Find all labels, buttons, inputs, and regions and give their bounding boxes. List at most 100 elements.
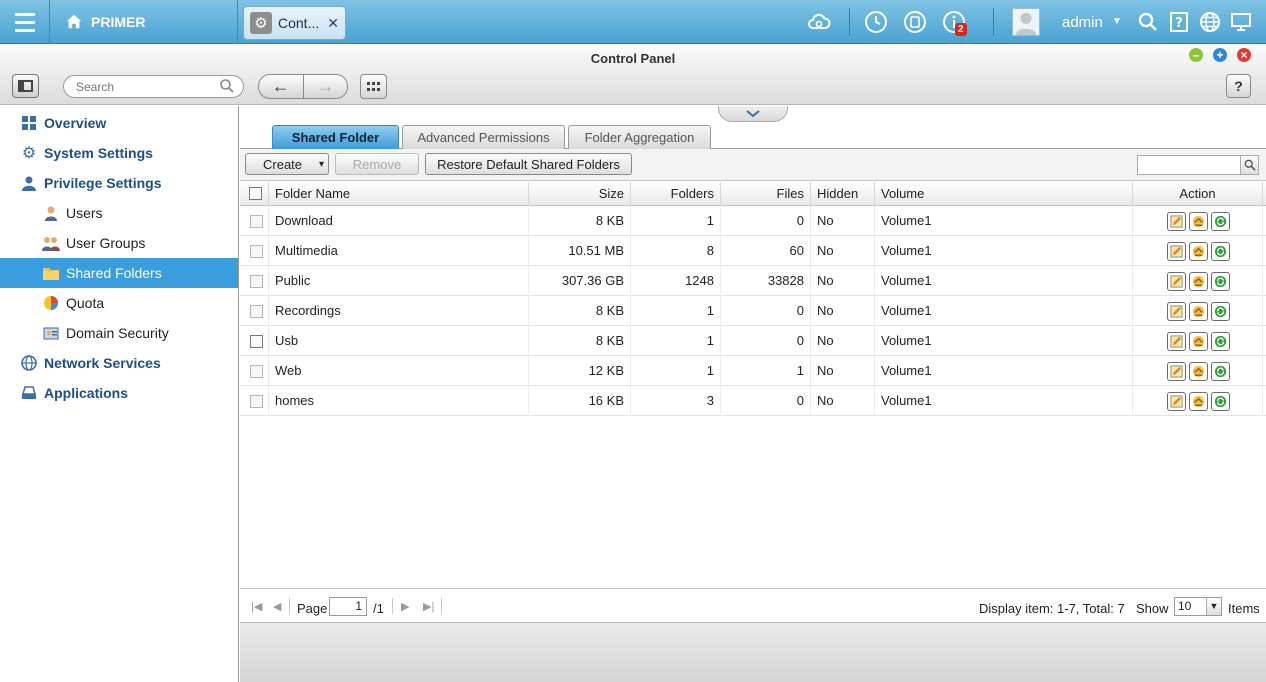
refresh-icon[interactable] — [1211, 332, 1230, 351]
next-page-icon[interactable]: ▶ — [401, 600, 409, 613]
back-button[interactable]: ← — [259, 75, 304, 98]
row-checkbox[interactable] — [250, 275, 263, 288]
main-menu-button[interactable] — [0, 0, 50, 44]
column-header-folders[interactable]: Folders — [631, 182, 721, 206]
close-window-button[interactable]: × — [1237, 48, 1251, 62]
table-row[interactable]: Recordings 8 KB 1 0 No Volume1 — [240, 296, 1266, 326]
select-all-checkbox[interactable] — [249, 187, 262, 200]
previous-page-icon[interactable]: ◀ — [273, 600, 281, 613]
language-globe-icon[interactable] — [1197, 9, 1223, 35]
row-checkbox[interactable] — [250, 395, 263, 408]
column-header-folder-name[interactable]: Folder Name — [269, 182, 529, 206]
clock-icon[interactable] — [863, 9, 889, 35]
app-grid-button[interactable] — [360, 74, 387, 99]
column-header-hidden[interactable]: Hidden — [811, 182, 875, 206]
maximize-window-button[interactable]: + — [1213, 48, 1227, 62]
filter-search-button[interactable] — [1241, 155, 1259, 175]
refresh-icon[interactable] — [1211, 272, 1230, 291]
control-panel-gear-icon: ⚙ — [250, 12, 272, 34]
file-count: 60 — [721, 236, 811, 266]
sidebar-item-user-groups[interactable]: User Groups — [0, 228, 238, 258]
row-checkbox[interactable] — [250, 365, 263, 378]
info-icon[interactable]: 2 — [941, 9, 967, 36]
refresh-icon[interactable] — [1211, 242, 1230, 261]
close-tab-icon[interactable]: ✕ — [327, 15, 339, 32]
username[interactable]: admin — [1062, 14, 1103, 31]
edit-permissions-icon[interactable] — [1189, 362, 1208, 381]
tab-advanced-permissions[interactable]: Advanced Permissions — [402, 125, 565, 149]
control-panel-app-tab[interactable]: ⚙ Cont... ✕ — [243, 6, 346, 40]
row-checkbox[interactable] — [250, 245, 263, 258]
tab-shared-folder[interactable]: Shared Folder — [272, 125, 399, 149]
refresh-icon[interactable] — [1211, 392, 1230, 411]
applications-icon — [20, 384, 38, 402]
sidebar-toggle-button[interactable] — [12, 74, 39, 98]
last-page-icon[interactable]: ▶| — [423, 600, 434, 613]
sidebar-item-users[interactable]: Users — [0, 198, 238, 228]
edit-properties-icon[interactable] — [1167, 212, 1186, 231]
edit-permissions-icon[interactable] — [1189, 212, 1208, 231]
user-menu-caret-icon[interactable]: ▼ — [1112, 16, 1122, 27]
table-row[interactable]: Public 307.36 GB 1248 33828 No Volume1 — [240, 266, 1266, 296]
edit-permissions-icon[interactable] — [1189, 272, 1208, 291]
edit-permissions-icon[interactable] — [1189, 392, 1208, 411]
sidebar-item-shared-folders[interactable]: Shared Folders — [0, 258, 238, 288]
search-input[interactable] — [63, 75, 244, 98]
sidebar-item-system-settings[interactable]: ⚙ System Settings — [0, 138, 238, 168]
edit-properties-icon[interactable] — [1167, 242, 1186, 261]
help-button[interactable]: ? — [1226, 74, 1251, 98]
sidebar-item-overview[interactable]: Overview — [0, 108, 238, 138]
desktop-icon[interactable] — [1228, 9, 1254, 35]
sidebar-item-quota[interactable]: Quota — [0, 288, 238, 318]
collapse-header-button[interactable] — [718, 106, 788, 122]
forward-button[interactable]: → — [304, 75, 348, 98]
edit-properties-icon[interactable] — [1167, 272, 1186, 291]
home-button[interactable]: PRIMER — [51, 0, 238, 44]
refresh-icon[interactable] — [1211, 302, 1230, 321]
table-row[interactable]: Usb 8 KB 1 0 No Volume1 — [240, 326, 1266, 356]
sidebar-item-privilege-settings[interactable]: Privilege Settings — [0, 168, 238, 198]
navigation-buttons: ← → — [258, 74, 348, 99]
remove-button[interactable]: Remove — [335, 153, 419, 175]
first-page-icon[interactable]: |◀ — [251, 600, 262, 613]
page-label: Page — [297, 601, 328, 616]
edit-properties-icon[interactable] — [1167, 392, 1186, 411]
edit-permissions-icon[interactable] — [1189, 332, 1208, 351]
refresh-icon[interactable] — [1211, 212, 1230, 231]
table-row[interactable]: Web 12 KB 1 1 No Volume1 — [240, 356, 1266, 386]
sidebar-item-applications[interactable]: Applications — [0, 378, 238, 408]
table-row[interactable]: Download 8 KB 1 0 No Volume1 — [240, 206, 1266, 236]
search-icon[interactable] — [219, 78, 235, 94]
refresh-icon[interactable] — [1211, 362, 1230, 381]
action-cell — [1133, 266, 1263, 296]
sidebar-item-domain-security[interactable]: Domain Security — [0, 318, 238, 348]
table-row[interactable]: homes 16 KB 3 0 No Volume1 — [240, 386, 1266, 416]
sidebar-item-network-services[interactable]: Network Services — [0, 348, 238, 378]
column-header-volume[interactable]: Volume — [875, 182, 1133, 206]
row-checkbox[interactable] — [250, 335, 263, 348]
help-icon[interactable]: ? — [1166, 9, 1192, 35]
folder-count: 8 — [631, 236, 721, 266]
user-group-icon — [42, 234, 60, 252]
edit-properties-icon[interactable] — [1167, 332, 1186, 351]
create-button[interactable]: Create ▾ — [245, 153, 329, 175]
edit-properties-icon[interactable] — [1167, 362, 1186, 381]
table-row[interactable]: Multimedia 10.51 MB 8 60 No Volume1 — [240, 236, 1266, 266]
edit-permissions-icon[interactable] — [1189, 302, 1208, 321]
row-checkbox[interactable] — [250, 305, 263, 318]
user-avatar-icon[interactable] — [1012, 8, 1040, 36]
filter-input[interactable] — [1137, 155, 1241, 175]
page-number-input[interactable]: 1 — [329, 597, 367, 616]
row-checkbox[interactable] — [250, 215, 263, 228]
column-header-size[interactable]: Size — [529, 182, 631, 206]
column-header-files[interactable]: Files — [721, 182, 811, 206]
edit-permissions-icon[interactable] — [1189, 242, 1208, 261]
sync-icon[interactable] — [902, 9, 928, 35]
search-icon[interactable] — [1135, 9, 1161, 35]
edit-properties-icon[interactable] — [1167, 302, 1186, 321]
tab-folder-aggregation[interactable]: Folder Aggregation — [568, 125, 711, 149]
minimize-window-button[interactable]: – — [1189, 48, 1203, 62]
items-per-page-select[interactable]: 10 ▼ — [1174, 597, 1222, 616]
cloud-icon[interactable] — [806, 9, 832, 35]
restore-default-shared-folders-button[interactable]: Restore Default Shared Folders — [425, 153, 632, 175]
